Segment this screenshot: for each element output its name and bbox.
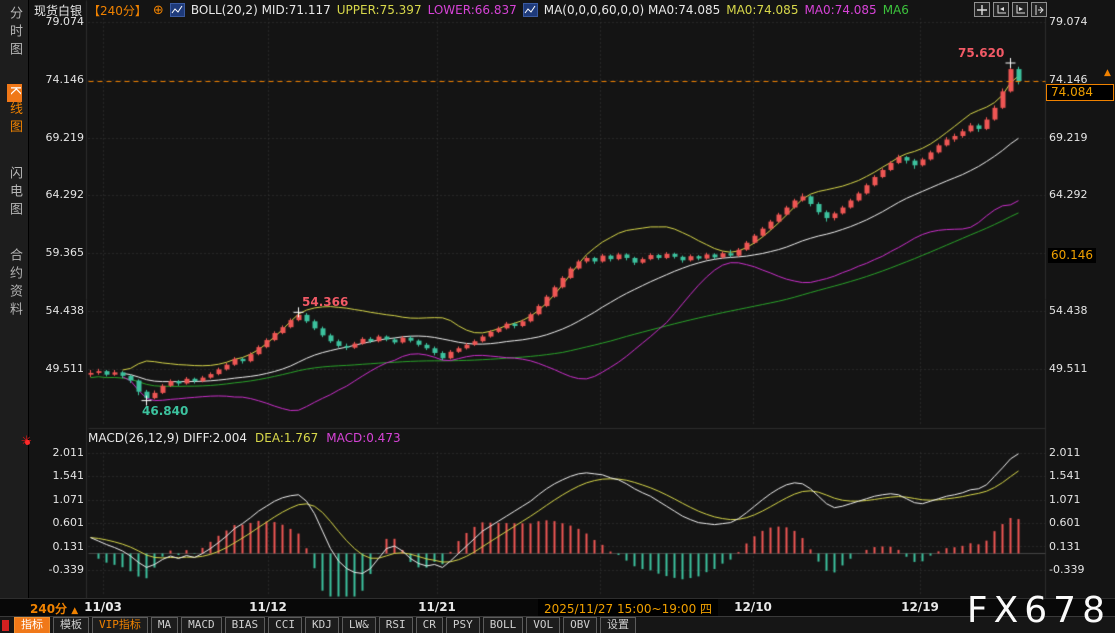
toolbar-tab-15[interactable]: OBV [563, 617, 597, 633]
macd-hist-value: MACD:0.473 [326, 431, 400, 445]
macd-axis-label-right: 0.131 [1049, 540, 1081, 553]
current-price-box: 74.084 [1046, 84, 1114, 101]
x-axis-date-label: 12/19 [901, 600, 939, 614]
x-axis-date-label: 11/12 [249, 600, 287, 614]
timeframe-selector[interactable]: 240分 ▲ [30, 600, 78, 617]
crosshair-icon[interactable] [974, 2, 990, 17]
ma-green-value: MA6 [883, 3, 909, 17]
brand-watermark: FX678 [967, 590, 1111, 631]
toolbar-tab-4[interactable]: MA [151, 617, 178, 633]
macd-axis-label-right: 1.071 [1049, 493, 1081, 506]
chart-type-sidebar: 分时图 K线图闪电图合约资料 [0, 0, 29, 598]
indicator-chart-icon [523, 3, 538, 17]
macd-axis-label-right: -0.339 [1049, 563, 1084, 576]
toolbar-tab-5[interactable]: MACD [181, 617, 222, 633]
toolbar-tab-7[interactable]: CCI [268, 617, 302, 633]
toolbar-tab-2[interactable]: 模板 [53, 617, 89, 633]
y-axis-label-right: 64.292 [1049, 188, 1088, 201]
toolbar-tab-13[interactable]: BOLL [483, 617, 524, 633]
symbol-name: 现货白银 [34, 2, 82, 19]
ma-yellow-value: MA0:74.085 [726, 3, 798, 17]
toolbar-tab-16[interactable]: 设置 [600, 617, 636, 633]
sidebar-item-1[interactable]: 分时图 [2, 6, 26, 60]
macd-dea-value: DEA:1.767 [255, 431, 318, 445]
x-axis-date-label: 11/03 [84, 600, 122, 614]
trading-app-window: 分时图 K线图闪电图合约资料 现货白银 【240分】 ⊕ BOLL(20,2) M… [0, 0, 1115, 633]
toolbar-tab-9[interactable]: LW& [342, 617, 376, 633]
y-axis-label-right: 79.074 [1049, 15, 1088, 28]
axis-scale-right-icon[interactable] [1012, 2, 1028, 17]
boll-upper-value: UPPER:75.397 [337, 3, 422, 17]
toolbar-tab-6[interactable]: BIAS [225, 617, 266, 633]
period-badge[interactable]: 【240分】 [88, 2, 147, 19]
macd-header: MACD(26,12,9) DIFF:2.004 DEA:1.767 MACD:… [88, 431, 401, 445]
macd-diff-value: MACD(26,12,9) DIFF:2.004 [88, 431, 247, 445]
toolbar-tab-1[interactable]: 指标 [14, 617, 50, 633]
ma-magenta-value: MA0:74.085 [804, 3, 876, 17]
toolbar-tab-12[interactable]: PSY [446, 617, 480, 633]
x-axis-date-label: 11/21 [418, 600, 456, 614]
toolbar-tab-11[interactable]: CR [416, 617, 443, 633]
indicator-toolbar: 指标模板VIP指标MAMACDBIASCCIKDJLW&RSICRPSYBOLL… [0, 616, 1115, 633]
sidebar-item-4[interactable]: 合约资料 [2, 248, 26, 320]
sidebar-item-3[interactable]: 闪电图 [2, 166, 26, 220]
live-indicator-icon: ✳ [21, 436, 35, 450]
shift-right-icon[interactable] [1031, 2, 1047, 17]
boll-values: BOLL(20,2) MID:71.117 [191, 3, 331, 17]
candlestick-chart-canvas[interactable] [0, 0, 1115, 598]
toolbar-tab-14[interactable]: VOL [526, 617, 560, 633]
up-triangle-icon: ▲ [71, 606, 78, 616]
indicator-chart-icon [170, 3, 185, 17]
toolbar-tab-10[interactable]: RSI [379, 617, 413, 633]
sidebar-item-2[interactable]: K线图 [2, 84, 26, 138]
toolbar-tab-3[interactable]: VIP指标 [92, 617, 148, 633]
indicator-header: 现货白银 【240分】 ⊕ BOLL(20,2) MID:71.117 UPPE… [34, 2, 909, 18]
y-axis-label-right: 54.438 [1049, 304, 1088, 317]
macd-axis-label-right: 0.601 [1049, 516, 1081, 529]
boll-lower-value: LOWER:66.837 [428, 3, 517, 17]
toolbar-tab-8[interactable]: KDJ [305, 617, 339, 633]
ma-values: MA(0,0,0,60,0,0) MA0:74.085 [544, 3, 720, 17]
price-annotation-high: 75.620 [958, 46, 1004, 60]
price-up-arrow-icon: ▲ [1104, 68, 1111, 78]
x-axis-date-label: 12/10 [734, 600, 772, 614]
price-annotation-low: 46.840 [142, 404, 188, 418]
y-axis-label-right: 49.511 [1049, 362, 1088, 375]
right-axis-marker-label: 60.146 [1048, 248, 1096, 263]
macd-axis-label-right: 1.541 [1049, 469, 1081, 482]
macd-axis-label-right: 2.011 [1049, 446, 1081, 459]
time-axis-strip: 240分 ▲ 2025/11/27 15:00~19:00 四 11/0311/… [0, 598, 1115, 616]
y-axis-label-right: 69.219 [1049, 131, 1088, 144]
red-flag-icon [2, 620, 9, 631]
axis-scale-left-icon[interactable] [993, 2, 1009, 17]
price-annotation-swing-high: 54.366 [302, 295, 348, 309]
chart-tool-icons [974, 2, 1047, 17]
plus-circle-icon[interactable]: ⊕ [153, 3, 164, 18]
